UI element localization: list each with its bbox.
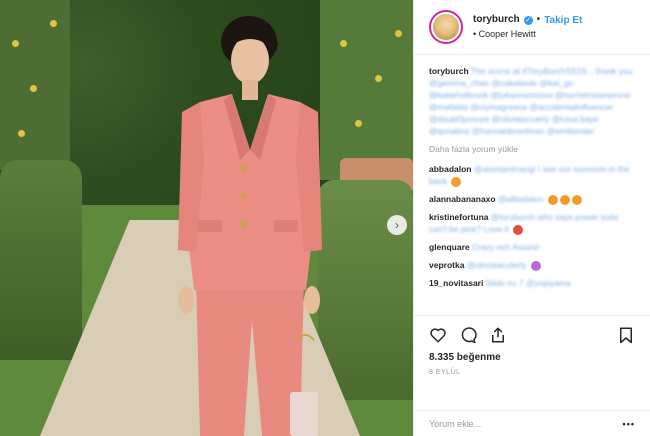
chevron-right-icon: ›: [395, 218, 399, 232]
comment-icon[interactable]: [459, 326, 477, 344]
heart-icon[interactable]: [429, 326, 447, 344]
post-photo[interactable]: ›: [0, 0, 413, 436]
post-date: 8 EYLÜL: [429, 369, 461, 376]
comment-item: 19_novitasari Slide no 7 @yopiyama: [429, 277, 635, 289]
comment-username[interactable]: glenquare: [429, 242, 470, 252]
header-info: toryburch ✓ • Takip Et • Cooper Hewitt: [473, 13, 582, 41]
next-photo-button[interactable]: ›: [387, 215, 407, 235]
location-link[interactable]: Cooper Hewitt: [479, 29, 536, 39]
share-icon[interactable]: [489, 326, 507, 344]
caption: toryburch The scene at #ToryBurchSS19...…: [429, 65, 635, 137]
emoji-icon: [530, 260, 541, 271]
emoji-icon: [451, 176, 462, 187]
location-row: • Cooper Hewitt: [473, 27, 582, 41]
emoji-icon: [559, 194, 570, 205]
comment-text: Slide no 7 @yopiyama: [485, 278, 571, 288]
follow-button[interactable]: Takip Et: [544, 15, 582, 26]
separator-dot: •: [536, 14, 541, 25]
location-dot: •: [473, 29, 477, 39]
woman-in-pink-suit: [178, 16, 322, 436]
comment-text: @albadalon: [497, 194, 544, 204]
comment-item: glenquare Crazy rich Asians!: [429, 241, 635, 253]
comment-text: @oliviataculerly: [466, 260, 527, 270]
comment-item: abbadalon @atoniaminangi I see our sunro…: [429, 163, 635, 187]
caption-username[interactable]: toryburch: [429, 66, 469, 76]
comment-item: veprotka @oliviataculerly: [429, 259, 635, 271]
header-user-row: toryburch ✓ • Takip Et: [473, 13, 582, 27]
more-options-icon[interactable]: •••: [623, 419, 635, 429]
caption-text: The scene at #ToryBurchSS19... thank you…: [429, 66, 633, 136]
emoji-icon: [571, 194, 582, 205]
comment-username[interactable]: abbadalon: [429, 164, 472, 174]
instagram-post: › toryburch ✓ • Takip Et • Cooper Hewitt: [0, 0, 650, 436]
comment-username[interactable]: 19_novitasari: [429, 278, 483, 288]
bookmark-icon[interactable]: [617, 326, 635, 344]
action-icons: [429, 324, 635, 346]
heart-eyes-emoji-icon: [512, 224, 523, 235]
avatar[interactable]: [429, 10, 463, 44]
comment-text: Crazy rich Asians!: [472, 242, 541, 252]
comment-username[interactable]: alannabananaxo: [429, 194, 496, 204]
post-header: toryburch ✓ • Takip Et • Cooper Hewitt: [414, 0, 650, 55]
add-comment-bar: •••: [414, 410, 650, 436]
post-actions: 8.335 beğenme 8 EYLÜL: [414, 315, 650, 410]
load-more-comments[interactable]: Daha fazla yorum yükle: [429, 143, 635, 155]
username-link[interactable]: toryburch: [473, 13, 520, 27]
avatar-image: [433, 14, 459, 40]
likes-count[interactable]: 8.335 beğenme: [429, 352, 635, 363]
verified-badge-icon: ✓: [523, 15, 533, 25]
comment-item: kristinefortuna @toryburch who says powe…: [429, 211, 635, 235]
comment-input[interactable]: [429, 418, 623, 429]
comments-list: toryburch The scene at #ToryBurchSS19...…: [414, 55, 650, 315]
emoji-icon: [547, 194, 558, 205]
comment-username[interactable]: kristinefortuna: [429, 212, 489, 222]
comment-item: alannabananaxo @albadalon: [429, 193, 635, 205]
comment-username[interactable]: veprotka: [429, 260, 464, 270]
post-side-panel: toryburch ✓ • Takip Et • Cooper Hewitt t…: [413, 0, 650, 436]
